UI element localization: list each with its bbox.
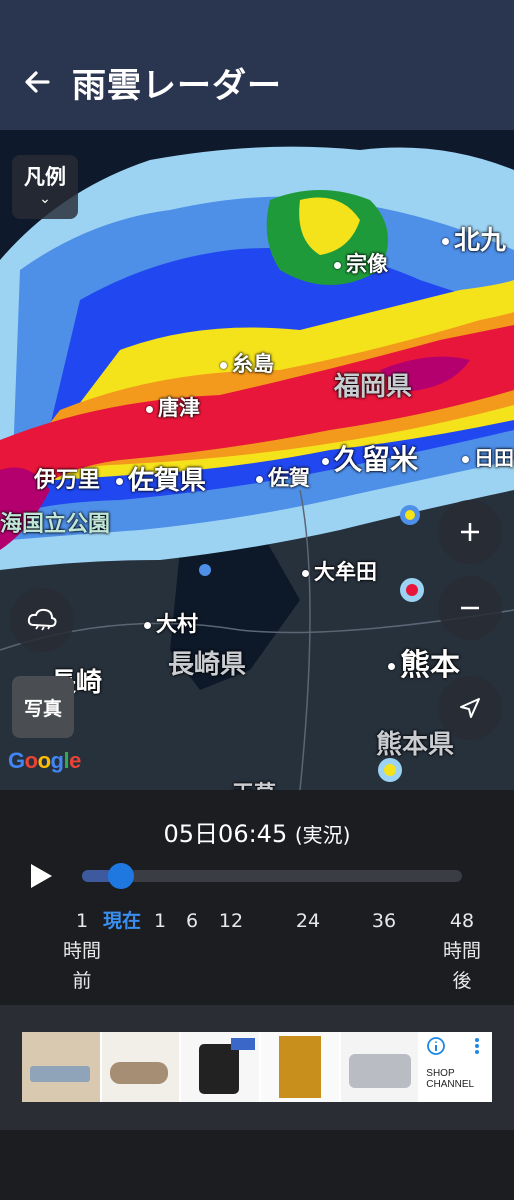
ad-product-image[interactable] (260, 1032, 339, 1102)
bottom-bar (0, 1130, 514, 1200)
current-time: 05日06:45 (実況) (0, 814, 514, 849)
timeline-tick[interactable]: 12 (219, 906, 243, 936)
place-label: 佐賀県 (116, 460, 206, 497)
place-label: 大牟田 (302, 556, 377, 586)
ad-banner[interactable]: SHOP CHANNEL (22, 1032, 492, 1102)
google-logo: Google (8, 748, 81, 773)
place-label: 熊本県 (376, 730, 455, 760)
legend-button[interactable]: 凡例 ⌄ (12, 155, 78, 219)
weather-layer-button[interactable] (10, 588, 74, 652)
chevron-down-icon: ⌄ (39, 191, 51, 207)
place-label: 日田 (462, 442, 514, 471)
timeline-panel: 05日06:45 (実況) 1 時間前 現在 1 6 12 24 36 48 時間後 (0, 790, 514, 1005)
ad-product-image[interactable] (22, 1032, 100, 1102)
ad-product-image[interactable] (340, 1032, 419, 1102)
time-status: (実況) (294, 823, 351, 847)
place-label: 熊本 (388, 640, 460, 684)
ad-product-image[interactable] (101, 1032, 180, 1102)
place-label: 大村 (144, 608, 198, 638)
place-label: 糸島 (220, 348, 274, 378)
ad-brand[interactable]: SHOP CHANNEL (420, 1032, 490, 1102)
zoom-out-button[interactable] (438, 576, 502, 640)
minus-icon (461, 606, 479, 610)
place-label: 天草 (232, 776, 276, 790)
zoom-in-button[interactable] (438, 500, 502, 564)
legend-label: 凡例 (24, 165, 66, 189)
place-label: 宗像 (334, 248, 388, 278)
place-label: 福岡県 (334, 372, 413, 402)
cloud-rain-icon (27, 608, 57, 631)
more-vert-icon[interactable] (472, 1036, 482, 1056)
time-value: 05日06:45 (163, 820, 288, 848)
place-label: 唐津 (146, 392, 200, 422)
place-label: 北九 (442, 220, 506, 257)
place-label: 佐賀 (256, 462, 310, 492)
page-title: 雨雲レーダー (72, 66, 282, 106)
timeline-tick-now[interactable]: 現在 (103, 906, 141, 936)
play-icon[interactable] (28, 862, 54, 890)
timeline-tick[interactable]: 36 (372, 906, 396, 936)
radar-map[interactable]: 北九 宗像 糸島 福岡県 唐津 久留米 日田 伊万里 佐賀県 佐賀 海国立公園 … (0, 130, 514, 790)
timeline-tick[interactable]: 6 (186, 906, 198, 936)
my-location-button[interactable] (438, 676, 502, 740)
ad-brand-label: SHOP CHANNEL (426, 1068, 475, 1090)
place-label: 長崎県 (168, 650, 247, 680)
app-header: 雨雲レーダー (0, 0, 514, 130)
timeline-tick[interactable]: 1 (154, 906, 166, 936)
navigation-arrow-icon (460, 698, 480, 718)
arrow-left-icon[interactable] (22, 62, 52, 102)
place-label: 久留米 (322, 438, 418, 478)
photo-label: 写真 (23, 697, 62, 720)
ad-area: SHOP CHANNEL (0, 1005, 514, 1130)
ad-product-image[interactable] (181, 1032, 259, 1102)
timeline-handle[interactable] (108, 863, 134, 889)
photo-button[interactable]: 写真 (12, 676, 74, 738)
place-label: 海国立公園 (0, 512, 111, 537)
info-icon[interactable] (426, 1036, 446, 1056)
place-label: 伊万里 (34, 468, 101, 493)
timeline-tick[interactable]: 48 時間後 (443, 906, 481, 996)
timeline-tick[interactable]: 24 (296, 906, 320, 936)
timeline-tick[interactable]: 1 時間前 (63, 906, 101, 996)
plus-icon (461, 523, 479, 541)
timeline-track[interactable] (82, 870, 462, 882)
